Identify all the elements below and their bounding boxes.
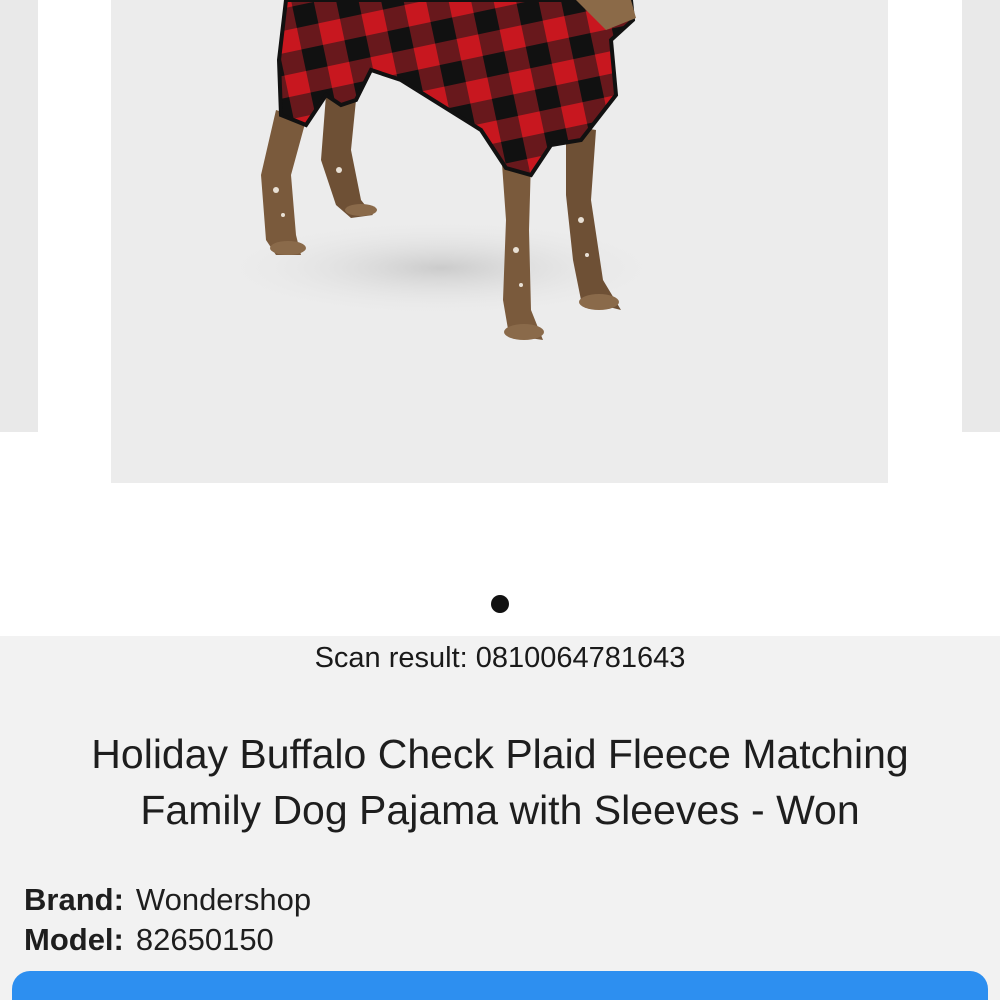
product-title-line-1: Holiday Buffalo Check Plaid Fleece Match…: [91, 731, 909, 777]
product-title: Holiday Buffalo Check Plaid Fleece Match…: [30, 726, 970, 838]
model-value: 82650150: [135, 922, 274, 957]
previous-image-peek[interactable]: [0, 0, 38, 432]
scan-result-text: Scan result: 0810064781643: [314, 642, 686, 674]
carousel-page-indicator[interactable]: [491, 595, 509, 613]
brand-value: Wondershop: [135, 882, 312, 917]
brand-row: Brand: Wondershop: [24, 880, 311, 920]
product-title-line-2: Family Dog Pajama with Sleeves - Won: [140, 787, 860, 833]
next-image-peek[interactable]: [962, 0, 1000, 432]
model-row: Model: 82650150: [24, 920, 274, 960]
product-image-carousel[interactable]: [0, 0, 1000, 636]
primary-action-button[interactable]: [12, 971, 988, 1000]
scan-result-screen: Scan result: 0810064781643 Holiday Buffa…: [0, 0, 1000, 1000]
brand-label: Brand:: [24, 882, 124, 917]
product-image: [111, 0, 888, 483]
model-label: Model:: [24, 922, 124, 957]
